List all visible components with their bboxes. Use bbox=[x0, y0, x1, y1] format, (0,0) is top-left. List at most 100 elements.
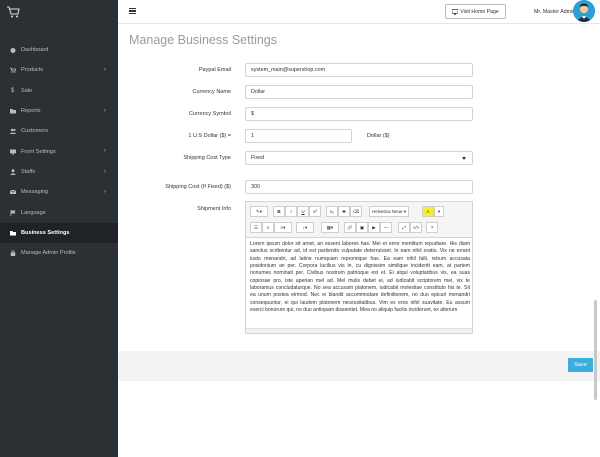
editor-toolbar: ✎▾ B I U x² x₂ S ⌫ Helvetica Neue ▾ A ▾ … bbox=[246, 202, 472, 238]
font-family-select[interactable]: Helvetica Neue ▾ bbox=[369, 206, 409, 217]
sidebar-item-label: Manage Admin Profile bbox=[21, 250, 76, 257]
shipping-cost-label: Shipping Cost (If Fixed) ($) bbox=[165, 184, 231, 190]
align-icon[interactable]: ≡▾ bbox=[274, 222, 292, 233]
sidebar-item-label: Dashboard bbox=[21, 47, 49, 54]
unordered-list-icon[interactable]: ☰ bbox=[250, 222, 262, 233]
usd-rate-value: 1 bbox=[251, 133, 254, 139]
cart-logo-icon[interactable] bbox=[6, 5, 20, 19]
sidebar-nav: Dashboard Products › $ Sale Reports › Cu… bbox=[0, 40, 118, 263]
paypal-email-label: Paypal Email bbox=[198, 67, 231, 73]
strikethrough-icon[interactable]: S bbox=[338, 206, 350, 217]
flag-icon bbox=[9, 209, 16, 216]
sidebar-item-dashboard[interactable]: Dashboard bbox=[0, 40, 118, 60]
user-icon bbox=[9, 168, 16, 175]
chevron-right-icon: › bbox=[104, 168, 106, 175]
bold-icon[interactable]: B bbox=[273, 206, 285, 217]
sidebar-item-staffs[interactable]: Staffs › bbox=[0, 162, 118, 182]
subscript-icon[interactable]: x₂ bbox=[326, 206, 338, 217]
form-footer bbox=[118, 351, 600, 381]
envelope-icon bbox=[9, 189, 16, 196]
shipping-cost-input[interactable]: 300 bbox=[245, 180, 473, 194]
shipment-info-label: Shipment Info bbox=[197, 206, 231, 212]
sidebar-item-label: Customers bbox=[21, 128, 49, 135]
usd-rate-suffix: Dollar ($) bbox=[367, 133, 390, 139]
currency-symbol-input[interactable]: $ bbox=[245, 107, 473, 121]
currency-symbol-value: $ bbox=[251, 111, 254, 117]
chevron-down-icon[interactable]: ▾ bbox=[434, 206, 444, 217]
help-icon[interactable]: ? bbox=[426, 222, 438, 233]
visit-home-page-label: Visit Home Page bbox=[460, 8, 499, 15]
line-height-icon[interactable]: ↕▾ bbox=[296, 222, 314, 233]
horizontal-rule-icon[interactable]: — bbox=[380, 222, 392, 233]
top-header: Visit Home Page Mr. Master Admin bbox=[118, 0, 600, 24]
font-family-value: Helvetica Neue bbox=[371, 209, 403, 214]
sidebar-item-customers[interactable]: Customers bbox=[0, 121, 118, 141]
editor-content[interactable]: Lorem ipsum dolor sit amet, an essent la… bbox=[250, 241, 470, 327]
sidebar-item-sale[interactable]: $ Sale bbox=[0, 81, 118, 101]
shipping-cost-type-value: Fixed bbox=[251, 155, 265, 161]
save-button[interactable]: Save bbox=[568, 358, 593, 372]
user-name: Mr. Master Admin bbox=[534, 9, 576, 15]
page-title: Manage Business Settings bbox=[129, 33, 278, 47]
sidebar-item-label: Staffs bbox=[21, 168, 36, 175]
sidebar-item-products[interactable]: Products › bbox=[0, 60, 118, 80]
paypal-email-value: system_main@supershop.com bbox=[251, 67, 326, 73]
desktop-icon bbox=[452, 8, 459, 15]
usd-rate-input[interactable]: 1 bbox=[245, 129, 352, 143]
video-icon[interactable]: ▶ bbox=[368, 222, 380, 233]
shipping-cost-type-select[interactable]: Fixed bbox=[245, 151, 473, 165]
shipment-info-editor: ✎▾ B I U x² x₂ S ⌫ Helvetica Neue ▾ A ▾ … bbox=[245, 201, 473, 334]
users-icon bbox=[9, 128, 16, 135]
dashboard-icon bbox=[9, 47, 16, 54]
superscript-icon[interactable]: x² bbox=[309, 206, 321, 217]
paypal-email-input[interactable]: system_main@supershop.com bbox=[245, 63, 473, 77]
lock-icon bbox=[9, 250, 16, 257]
link-icon[interactable]: 🔗 bbox=[344, 222, 356, 233]
shipping-cost-value: 300 bbox=[251, 184, 260, 190]
sidebar: Dashboard Products › $ Sale Reports › Cu… bbox=[0, 0, 118, 457]
visit-home-page-button[interactable]: Visit Home Page bbox=[445, 4, 506, 19]
currency-name-input[interactable]: Dollar bbox=[245, 85, 473, 99]
avatar[interactable] bbox=[573, 0, 595, 22]
desktop-icon bbox=[9, 148, 16, 155]
sidebar-item-manage-admin-profile[interactable]: Manage Admin Profile bbox=[0, 243, 118, 263]
table-icon[interactable]: ▦▾ bbox=[321, 222, 339, 233]
sidebar-item-label: Language bbox=[21, 209, 46, 216]
magic-wand-icon[interactable]: ✎▾ bbox=[250, 206, 268, 217]
sidebar-item-label: Business Settings bbox=[21, 229, 70, 236]
currency-name-label: Currency Name bbox=[192, 89, 231, 95]
text-color-icon[interactable]: A bbox=[422, 206, 434, 217]
sidebar-item-language[interactable]: Language bbox=[0, 202, 118, 222]
shipping-cost-type-label: Shipping Cost Type bbox=[183, 155, 231, 161]
sidebar-item-front-settings[interactable]: Front Settings › bbox=[0, 141, 118, 161]
caret-down-icon bbox=[462, 157, 466, 160]
sidebar-item-label: Products bbox=[21, 67, 44, 74]
hamburger-menu-icon[interactable] bbox=[129, 8, 136, 15]
sidebar-item-label: Front Settings bbox=[21, 148, 56, 155]
folder-icon bbox=[9, 108, 16, 115]
scrollbar-thumb[interactable] bbox=[594, 300, 597, 400]
ordered-list-icon[interactable]: ≡ bbox=[262, 222, 274, 233]
currency-symbol-label: Currency Symbol bbox=[188, 111, 231, 117]
sidebar-item-label: Reports bbox=[21, 108, 41, 115]
chevron-right-icon: › bbox=[104, 107, 106, 114]
image-icon[interactable]: ▣ bbox=[356, 222, 368, 233]
chevron-right-icon: › bbox=[104, 148, 106, 155]
folder-icon bbox=[9, 229, 16, 236]
eraser-icon[interactable]: ⌫ bbox=[350, 206, 362, 217]
sidebar-item-business-settings[interactable]: Business Settings bbox=[0, 222, 118, 243]
currency-name-value: Dollar bbox=[251, 89, 266, 95]
editor-resize-handle[interactable] bbox=[246, 328, 472, 333]
code-view-icon[interactable]: </> bbox=[410, 222, 422, 233]
chevron-right-icon: › bbox=[104, 189, 106, 196]
italic-icon[interactable]: I bbox=[285, 206, 297, 217]
dollar-icon: $ bbox=[10, 87, 15, 94]
sidebar-item-label: Messaging bbox=[21, 189, 49, 196]
chevron-right-icon: › bbox=[104, 67, 106, 74]
fullscreen-icon[interactable]: ⤢ bbox=[398, 222, 410, 233]
sidebar-item-messaging[interactable]: Messaging › bbox=[0, 182, 118, 202]
sidebar-item-label: Sale bbox=[21, 87, 33, 94]
cart-icon bbox=[9, 67, 16, 74]
sidebar-item-reports[interactable]: Reports › bbox=[0, 101, 118, 121]
underline-icon[interactable]: U bbox=[297, 206, 309, 217]
